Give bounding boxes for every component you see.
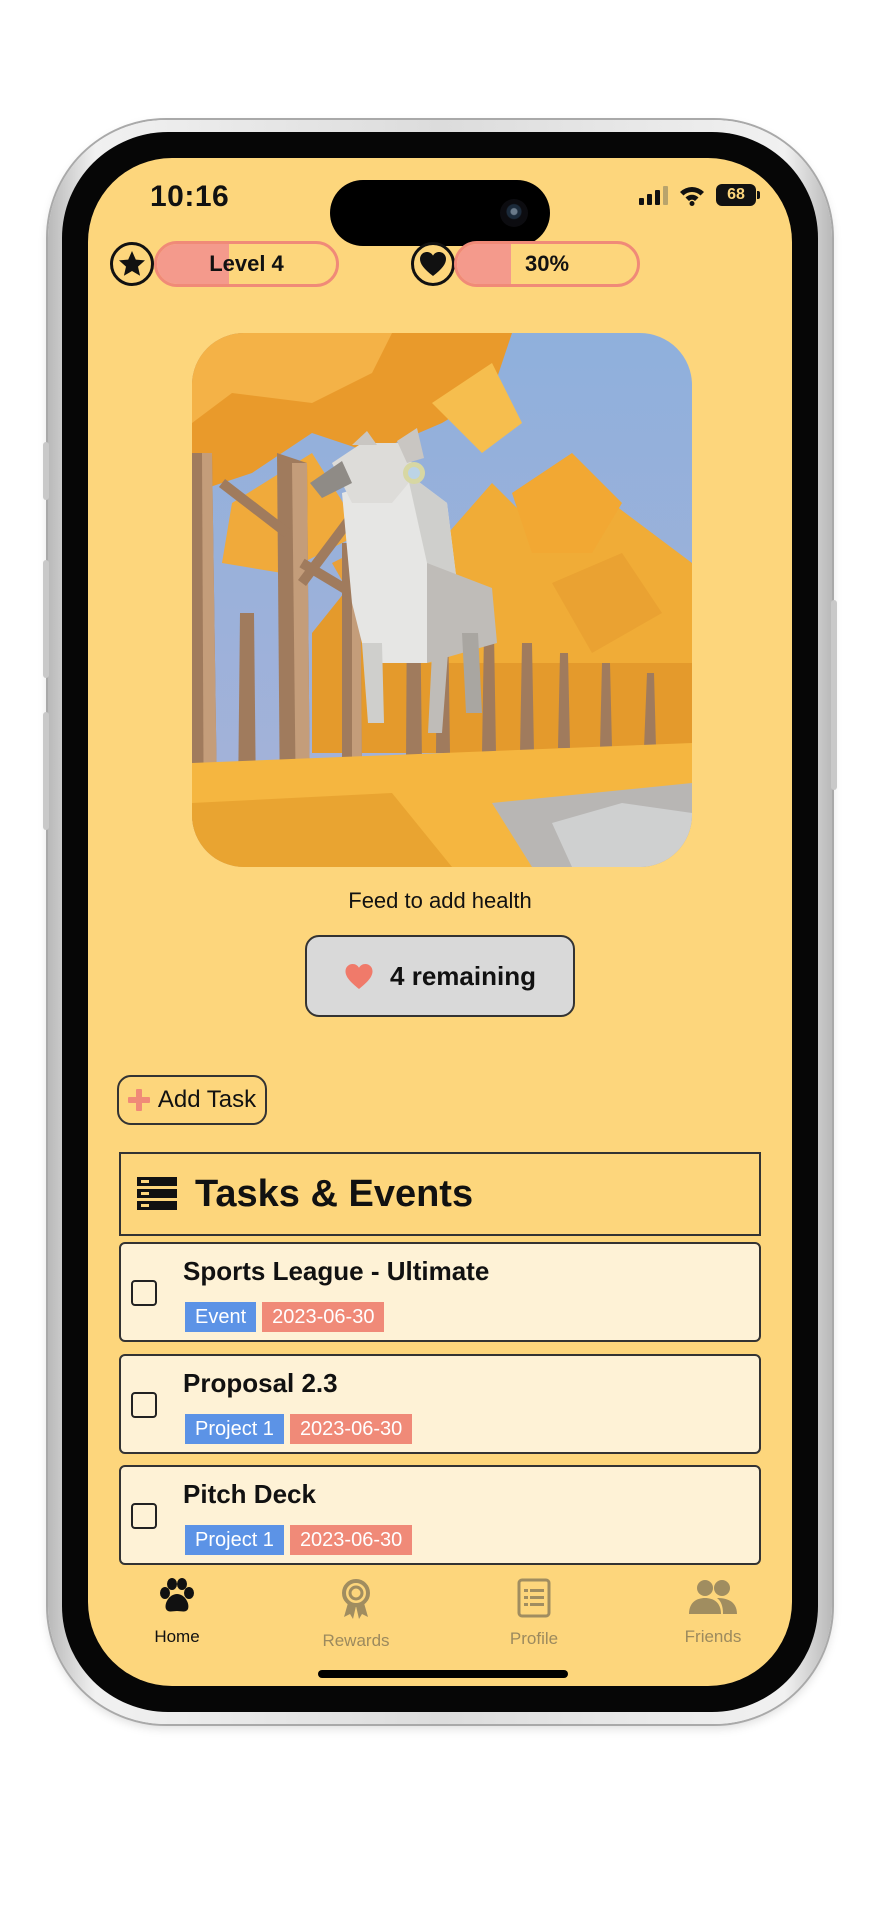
task-tags: Event 2023-06-30	[185, 1302, 385, 1332]
volume-down-button	[43, 712, 49, 830]
status-time: 10:16	[150, 180, 230, 213]
task-date-tag: 2023-06-30	[289, 1414, 413, 1444]
tab-profile[interactable]: Profile	[464, 1578, 604, 1649]
tab-home[interactable]: Home	[107, 1578, 247, 1647]
wifi-icon	[680, 187, 704, 206]
star-icon	[110, 242, 154, 286]
list-icon	[517, 1578, 551, 1618]
task-item[interactable]: Sports League - Ultimate Event 2023-06-3…	[119, 1242, 761, 1342]
task-checkbox[interactable]	[131, 1503, 157, 1529]
pet-image[interactable]	[192, 333, 692, 867]
plus-icon	[127, 1089, 150, 1111]
task-type-tag: Event	[185, 1302, 257, 1332]
award-icon	[342, 1579, 370, 1619]
task-tags: Project 1 2023-06-30	[185, 1525, 413, 1555]
volume-up-button	[43, 560, 49, 678]
pet-scene	[192, 333, 692, 867]
feed-button-label: 4 remaining	[390, 960, 536, 991]
heart-icon	[345, 963, 373, 989]
task-item[interactable]: Pitch Deck Project 1 2023-06-30	[119, 1465, 761, 1565]
health-progress-bar: 30%	[454, 241, 640, 287]
tab-profile-label: Profile	[509, 1629, 559, 1648]
task-title: Proposal 2.3	[183, 1368, 338, 1398]
action-button	[43, 442, 49, 500]
health-label: 30%	[524, 251, 570, 276]
task-date-tag: 2023-06-30	[289, 1525, 413, 1555]
task-title: Pitch Deck	[183, 1479, 316, 1509]
task-item[interactable]: Proposal 2.3 Project 1 2023-06-30	[119, 1354, 761, 1454]
people-icon	[689, 1580, 737, 1614]
level-progress-bar: Level 4	[154, 241, 339, 287]
tab-home-label: Home	[154, 1627, 200, 1646]
task-date-tag: 2023-06-30	[262, 1302, 385, 1332]
task-checkbox[interactable]	[131, 1392, 157, 1418]
add-task-button[interactable]: Add Task	[117, 1075, 267, 1125]
task-title: Sports League - Ultimate	[183, 1256, 490, 1286]
tab-rewards-label: Rewards	[322, 1631, 390, 1650]
task-type-tag: Project 1	[185, 1525, 284, 1555]
paw-icon	[160, 1578, 194, 1612]
tab-friends[interactable]: Friends	[643, 1578, 783, 1647]
app-screen: 10:16 68 Level 4 30% Feed to add health …	[88, 158, 792, 1686]
task-tags: Project 1 2023-06-30	[185, 1414, 413, 1444]
add-task-label: Add Task	[157, 1086, 257, 1113]
tasks-header: Tasks & Events	[119, 1152, 761, 1236]
tab-rewards[interactable]: Rewards	[286, 1578, 426, 1651]
task-type-tag: Project 1	[185, 1414, 284, 1444]
feed-button[interactable]: 4 remaining	[305, 935, 575, 1017]
camera-icon	[500, 199, 528, 227]
tab-friends-label: Friends	[684, 1627, 742, 1646]
list-bars-icon	[137, 1177, 177, 1210]
heart-icon	[411, 242, 455, 286]
level-label: Level 4	[209, 251, 284, 276]
task-checkbox[interactable]	[131, 1280, 157, 1306]
home-indicator[interactable]	[318, 1670, 568, 1678]
dynamic-island	[330, 180, 550, 246]
status-icons: 68	[639, 184, 760, 206]
battery-icon: 68	[716, 184, 760, 206]
power-button	[831, 600, 837, 790]
tab-bar: Home Rewards Profile Friends	[88, 1578, 792, 1658]
feed-caption: Feed to add health	[348, 888, 532, 913]
tasks-title: Tasks & Events	[195, 1172, 474, 1215]
signal-icon	[639, 185, 668, 205]
